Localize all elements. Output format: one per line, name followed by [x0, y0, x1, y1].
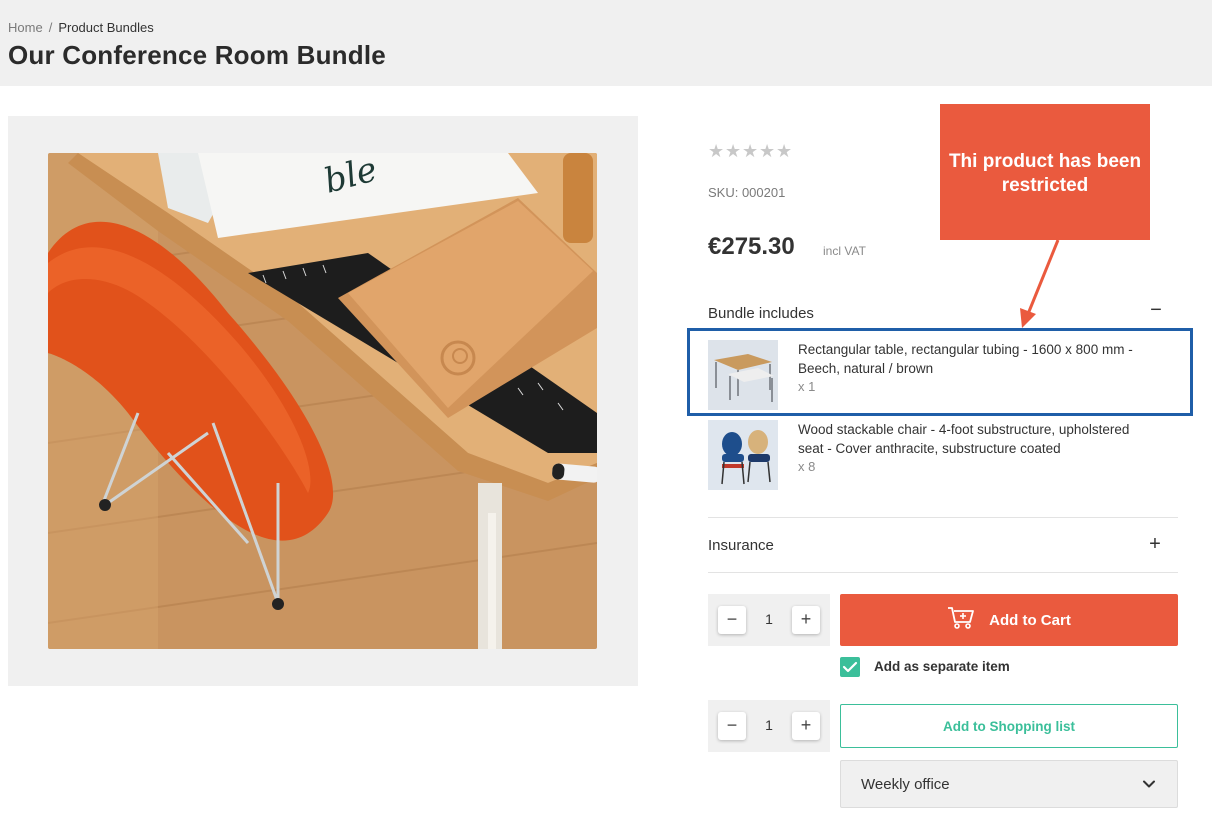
page-title: Our Conference Room Bundle: [8, 40, 386, 70]
page-header: Home / Product Bundles Our Conference Ro…: [0, 0, 1212, 86]
separate-item-label[interactable]: Add as separate item: [874, 659, 1010, 674]
insurance-expand-toggle[interactable]: +: [1145, 533, 1165, 557]
star-icon: ★: [776, 141, 793, 161]
bundle-includes-heading: Bundle includes: [708, 305, 814, 322]
list-quantity-increase-button[interactable]: +: [792, 712, 820, 740]
vat-note: incl VAT: [823, 244, 866, 258]
cart-quantity-value[interactable]: 1: [758, 611, 780, 627]
restricted-item-highlight: [687, 328, 1193, 416]
product-photo[interactable]: ble: [48, 153, 597, 649]
product-price: €275.30: [708, 233, 795, 260]
bundle-item[interactable]: Wood stackable chair - 4-foot substructu…: [708, 420, 1148, 490]
chevron-down-icon: [1143, 780, 1155, 788]
bundle-item-qty: x 8: [798, 459, 816, 474]
chair-thumbnail-icon: [708, 420, 778, 490]
shopping-list-quantity-stepper: − 1 +: [708, 700, 830, 752]
add-to-shopping-list-button[interactable]: Add to Shopping list: [840, 704, 1178, 748]
breadcrumb: Home / Product Bundles: [8, 20, 154, 35]
cart-quantity-stepper: − 1 +: [708, 594, 830, 646]
divider: [708, 517, 1178, 518]
callout-arrow-icon: [1020, 239, 1060, 328]
cart-plus-icon: [947, 606, 975, 634]
add-to-cart-button[interactable]: Add to Cart: [840, 594, 1178, 646]
insurance-heading[interactable]: Insurance: [708, 537, 774, 554]
restriction-callout: Thi product has been restricted: [940, 104, 1150, 240]
bundle-collapse-toggle[interactable]: −: [1146, 299, 1166, 323]
star-icon: ★: [759, 141, 776, 161]
breadcrumb-separator: /: [48, 20, 53, 35]
separate-item-checkbox[interactable]: [840, 657, 860, 677]
list-quantity-decrease-button[interactable]: −: [718, 712, 746, 740]
checkmark-icon: [842, 661, 858, 673]
cart-quantity-increase-button[interactable]: +: [792, 606, 820, 634]
breadcrumb-home-link[interactable]: Home: [8, 20, 43, 35]
shopping-list-select[interactable]: Weekly office: [840, 760, 1178, 808]
list-quantity-value[interactable]: 1: [758, 717, 780, 733]
breadcrumb-current[interactable]: Product Bundles: [58, 20, 153, 35]
product-image-panel: ble: [8, 116, 638, 686]
shopping-list-selected-value: Weekly office: [861, 775, 950, 793]
bundle-item-name[interactable]: Wood stackable chair - 4-foot substructu…: [798, 420, 1148, 458]
product-sku: SKU: 000201: [708, 185, 786, 200]
add-to-cart-label: Add to Cart: [989, 611, 1071, 629]
divider: [708, 572, 1178, 573]
star-icon: ★: [708, 141, 725, 161]
star-rating: ★ ★ ★ ★ ★: [708, 141, 793, 161]
cart-quantity-decrease-button[interactable]: −: [718, 606, 746, 634]
star-icon: ★: [742, 141, 759, 161]
star-icon: ★: [725, 141, 742, 161]
